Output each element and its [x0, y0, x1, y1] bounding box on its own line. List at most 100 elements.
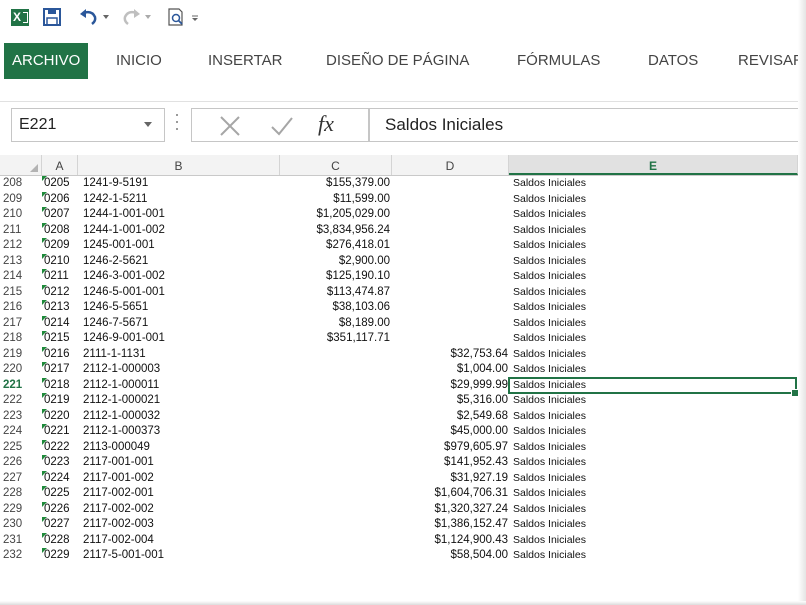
cell-a[interactable]: 0220: [42, 408, 78, 425]
cell-c[interactable]: $8,189.00: [280, 316, 390, 332]
cell-e[interactable]: Saldos Iniciales: [513, 455, 793, 471]
cell-b[interactable]: 1244-1-001-001: [83, 207, 283, 223]
cell-e[interactable]: Saldos Iniciales: [513, 331, 793, 347]
save-icon[interactable]: [42, 7, 62, 29]
cell-d[interactable]: [390, 300, 508, 316]
cell-a[interactable]: 0215: [42, 331, 78, 347]
cell-e[interactable]: Saldos Iniciales: [513, 533, 793, 549]
redo-icon[interactable]: [120, 7, 142, 29]
cell-d[interactable]: $5,316.00: [390, 393, 508, 409]
cell-a[interactable]: 0224: [42, 470, 78, 487]
row-header[interactable]: 214: [0, 269, 42, 285]
cell-e[interactable]: Saldos Iniciales: [513, 548, 793, 564]
cell-c[interactable]: $113,474.87: [280, 285, 390, 301]
cell-c[interactable]: $351,117.71: [280, 331, 390, 347]
row-header[interactable]: 230: [0, 517, 42, 533]
cell-d[interactable]: $1,004.00: [390, 362, 508, 378]
cell-a[interactable]: 0222: [42, 439, 78, 456]
cell-c[interactable]: [280, 347, 390, 363]
cell-a[interactable]: 0225: [42, 486, 78, 502]
cell-b[interactable]: 1246-5-001-001: [83, 285, 283, 301]
cell-d[interactable]: [390, 223, 508, 239]
cell-b[interactable]: 2117-002-004: [83, 533, 283, 549]
tab-datos[interactable]: DATOS: [648, 43, 698, 79]
row-header[interactable]: 213: [0, 254, 42, 270]
cell-b[interactable]: 1245-001-001: [83, 238, 283, 254]
row-header[interactable]: 222: [0, 393, 42, 409]
row-header[interactable]: 226: [0, 455, 42, 471]
name-box[interactable]: E221: [11, 108, 165, 142]
column-header-a[interactable]: A: [42, 155, 78, 175]
row-header[interactable]: 227: [0, 471, 42, 487]
cell-a[interactable]: 0212: [42, 284, 78, 301]
cell-a[interactable]: 0219: [42, 393, 78, 409]
cell-d[interactable]: $141,952.43: [390, 455, 508, 471]
cell-e[interactable]: Saldos Iniciales: [513, 285, 793, 301]
chevron-down-icon[interactable]: [144, 122, 152, 127]
cell-e[interactable]: Saldos Iniciales: [513, 238, 793, 254]
row-header[interactable]: 220: [0, 362, 42, 378]
row-header[interactable]: 219: [0, 347, 42, 363]
row-header[interactable]: 215: [0, 285, 42, 301]
cell-b[interactable]: 1246-5-5651: [83, 300, 283, 316]
undo-dropdown-icon[interactable]: [102, 7, 110, 29]
row-header[interactable]: 211: [0, 223, 42, 239]
cell-d[interactable]: $2,549.68: [390, 409, 508, 425]
cell-a[interactable]: 0229: [42, 548, 78, 564]
cell-e[interactable]: Saldos Iniciales: [513, 424, 793, 440]
redo-dropdown-icon[interactable]: [144, 7, 152, 29]
cell-c[interactable]: $3,834,956.24: [280, 223, 390, 239]
cell-b[interactable]: 2112-1-000373: [83, 424, 283, 440]
cell-a[interactable]: 0223: [42, 455, 78, 471]
cell-d[interactable]: $1,320,327.24: [390, 502, 508, 518]
cell-b[interactable]: 2112-1-000011: [83, 378, 283, 394]
row-header[interactable]: 223: [0, 409, 42, 425]
cell-d[interactable]: $1,386,152.47: [390, 517, 508, 533]
row-header[interactable]: 209: [0, 192, 42, 208]
row-header[interactable]: 212: [0, 238, 42, 254]
cell-a[interactable]: 0209: [42, 238, 78, 254]
cell-e[interactable]: Saldos Iniciales: [513, 300, 793, 316]
cell-a[interactable]: 0226: [42, 501, 78, 518]
cell-b[interactable]: 1246-9-001-001: [83, 331, 283, 347]
cell-e[interactable]: Saldos Iniciales: [513, 176, 793, 192]
cell-b[interactable]: 1241-9-5191: [83, 176, 283, 192]
cell-e[interactable]: Saldos Iniciales: [513, 486, 793, 502]
cell-e[interactable]: Saldos Iniciales: [513, 269, 793, 285]
row-header[interactable]: 231: [0, 533, 42, 549]
cell-b[interactable]: 2112-1-000021: [83, 393, 283, 409]
cell-e[interactable]: Saldos Iniciales: [513, 254, 793, 270]
cell-e[interactable]: Saldos Iniciales: [513, 502, 793, 518]
row-header[interactable]: 221: [0, 378, 42, 394]
cell-c[interactable]: [280, 362, 390, 378]
cell-e[interactable]: Saldos Iniciales: [513, 362, 793, 378]
row-header[interactable]: 218: [0, 331, 42, 347]
cell-a[interactable]: 0205: [42, 176, 78, 192]
row-header[interactable]: 208: [0, 176, 42, 192]
cell-d[interactable]: $1,604,706.31: [390, 486, 508, 502]
cell-c[interactable]: $155,379.00: [280, 176, 390, 192]
cell-c[interactable]: $125,190.10: [280, 269, 390, 285]
resize-handle[interactable]: [176, 114, 178, 134]
cell-c[interactable]: [280, 424, 390, 440]
cell-e[interactable]: Saldos Iniciales: [513, 207, 793, 223]
cell-e[interactable]: Saldos Iniciales: [513, 517, 793, 533]
cell-b[interactable]: 2117-002-003: [83, 517, 283, 533]
column-header-b[interactable]: B: [78, 155, 280, 175]
cell-a[interactable]: 0210: [42, 253, 78, 270]
row-header[interactable]: 210: [0, 207, 42, 223]
cell-d[interactable]: $1,124,900.43: [390, 533, 508, 549]
cell-b[interactable]: 2117-5-001-001: [83, 548, 283, 564]
cell-e[interactable]: Saldos Iniciales: [513, 440, 793, 456]
row-header[interactable]: 225: [0, 440, 42, 456]
cell-b[interactable]: 1244-1-001-002: [83, 223, 283, 239]
cell-c[interactable]: [280, 440, 390, 456]
cell-c[interactable]: [280, 517, 390, 533]
customize-toolbar-icon[interactable]: [190, 7, 200, 29]
cell-d[interactable]: [390, 192, 508, 208]
cell-a[interactable]: 0207: [42, 207, 78, 223]
cell-d[interactable]: [390, 331, 508, 347]
cell-c[interactable]: [280, 502, 390, 518]
formula-input[interactable]: Saldos Iniciales: [369, 108, 798, 142]
cell-a[interactable]: 0214: [42, 315, 78, 332]
